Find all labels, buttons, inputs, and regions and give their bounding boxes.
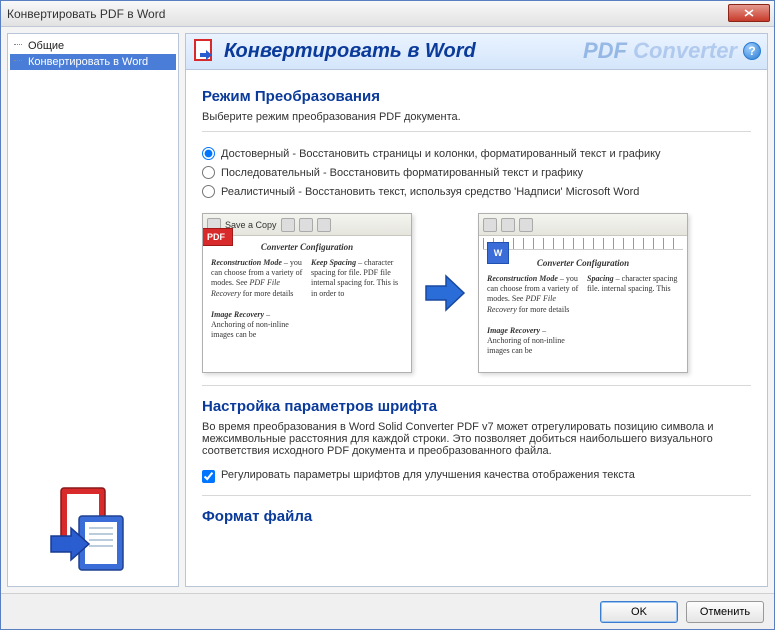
- panel-header: Конвертировать в Word PDF Converter ?: [186, 34, 767, 70]
- preview-word: W Converter Configuration Reconstruction…: [478, 213, 688, 373]
- radio-label: Достоверный - Восстановить страницы и ко…: [221, 148, 661, 160]
- dialog-footer: OK Отменить: [1, 593, 774, 629]
- help-button[interactable]: ?: [743, 42, 761, 60]
- pdf-toolbar: Save a Copy: [203, 214, 411, 236]
- pdf-doc-body: Converter Configuration Reconstruction M…: [203, 236, 411, 347]
- content-scroll[interactable]: Режим Преобразования Выберите режим прео…: [186, 70, 767, 586]
- radio-input[interactable]: [202, 147, 215, 160]
- print-icon: [281, 218, 295, 232]
- toolbar-icon: [501, 218, 515, 232]
- window-title: Конвертировать PDF в Word: [7, 7, 165, 21]
- radio-mode-flowing[interactable]: Последовательный - Восстановить форматир…: [202, 163, 751, 182]
- section-mode-desc: Выберите режим преобразования PDF докуме…: [202, 111, 751, 123]
- checkbox-adjust-fonts[interactable]: Регулировать параметры шрифтов для улучш…: [202, 465, 751, 487]
- word-doc-body: Converter Configuration Reconstruction M…: [479, 252, 687, 363]
- divider: [202, 495, 751, 496]
- word-badge: W: [487, 242, 509, 264]
- checkbox-input[interactable]: [202, 470, 215, 483]
- sidebar-item-convert-word[interactable]: Конвертировать в Word: [10, 54, 176, 70]
- preview-pdf: Save a Copy PDF Converter Configuration …: [202, 213, 412, 373]
- radio-mode-faithful[interactable]: Достоверный - Восстановить страницы и ко…: [202, 144, 751, 163]
- radio-label: Реалистичный - Восстановить текст, испол…: [221, 186, 639, 198]
- section-mode-title: Режим Преобразования: [202, 88, 751, 105]
- checkbox-label: Регулировать параметры шрифтов для улучш…: [221, 469, 635, 481]
- toolbar-icon: [519, 218, 533, 232]
- sidebar-logo: [8, 476, 178, 586]
- mail-icon: [299, 218, 313, 232]
- main-panel: Конвертировать в Word PDF Converter ? Ре…: [185, 33, 768, 587]
- nav-tree: Общие Конвертировать в Word: [8, 34, 178, 476]
- radio-mode-exact[interactable]: Реалистичный - Восстановить текст, испол…: [202, 182, 751, 201]
- dialog-body: Общие Конвертировать в Word: [1, 27, 774, 593]
- word-ruler: [483, 238, 683, 250]
- pdf-badge: PDF: [202, 228, 233, 246]
- ok-button[interactable]: OK: [600, 601, 678, 623]
- close-button[interactable]: [728, 4, 770, 22]
- radio-label: Последовательный - Восстановить форматир…: [221, 167, 583, 179]
- preview-row: Save a Copy PDF Converter Configuration …: [202, 213, 751, 373]
- section-format-title: Формат файла: [202, 508, 751, 525]
- sidebar: Общие Конвертировать в Word: [7, 33, 179, 587]
- radio-input[interactable]: [202, 185, 215, 198]
- cancel-button[interactable]: Отменить: [686, 601, 764, 623]
- brand-watermark: PDF Converter: [583, 38, 737, 64]
- toolbar-icon: [483, 218, 497, 232]
- convert-logo-icon: [43, 486, 143, 576]
- page-convert-icon: [194, 39, 216, 65]
- section-font-title: Настройка параметров шрифта: [202, 398, 751, 415]
- divider: [202, 385, 751, 386]
- sidebar-item-general[interactable]: Общие: [10, 38, 176, 54]
- titlebar: Конвертировать PDF в Word: [1, 1, 774, 27]
- divider: [202, 131, 751, 132]
- radio-input[interactable]: [202, 166, 215, 179]
- panel-title: Конвертировать в Word: [224, 40, 476, 63]
- word-toolbar: [479, 214, 687, 236]
- dialog-window: Конвертировать PDF в Word Общие Конверти…: [0, 0, 775, 630]
- section-font-desc: Во время преобразования в Word Solid Con…: [202, 421, 751, 457]
- arrow-icon: [422, 270, 468, 316]
- search-icon: [317, 218, 331, 232]
